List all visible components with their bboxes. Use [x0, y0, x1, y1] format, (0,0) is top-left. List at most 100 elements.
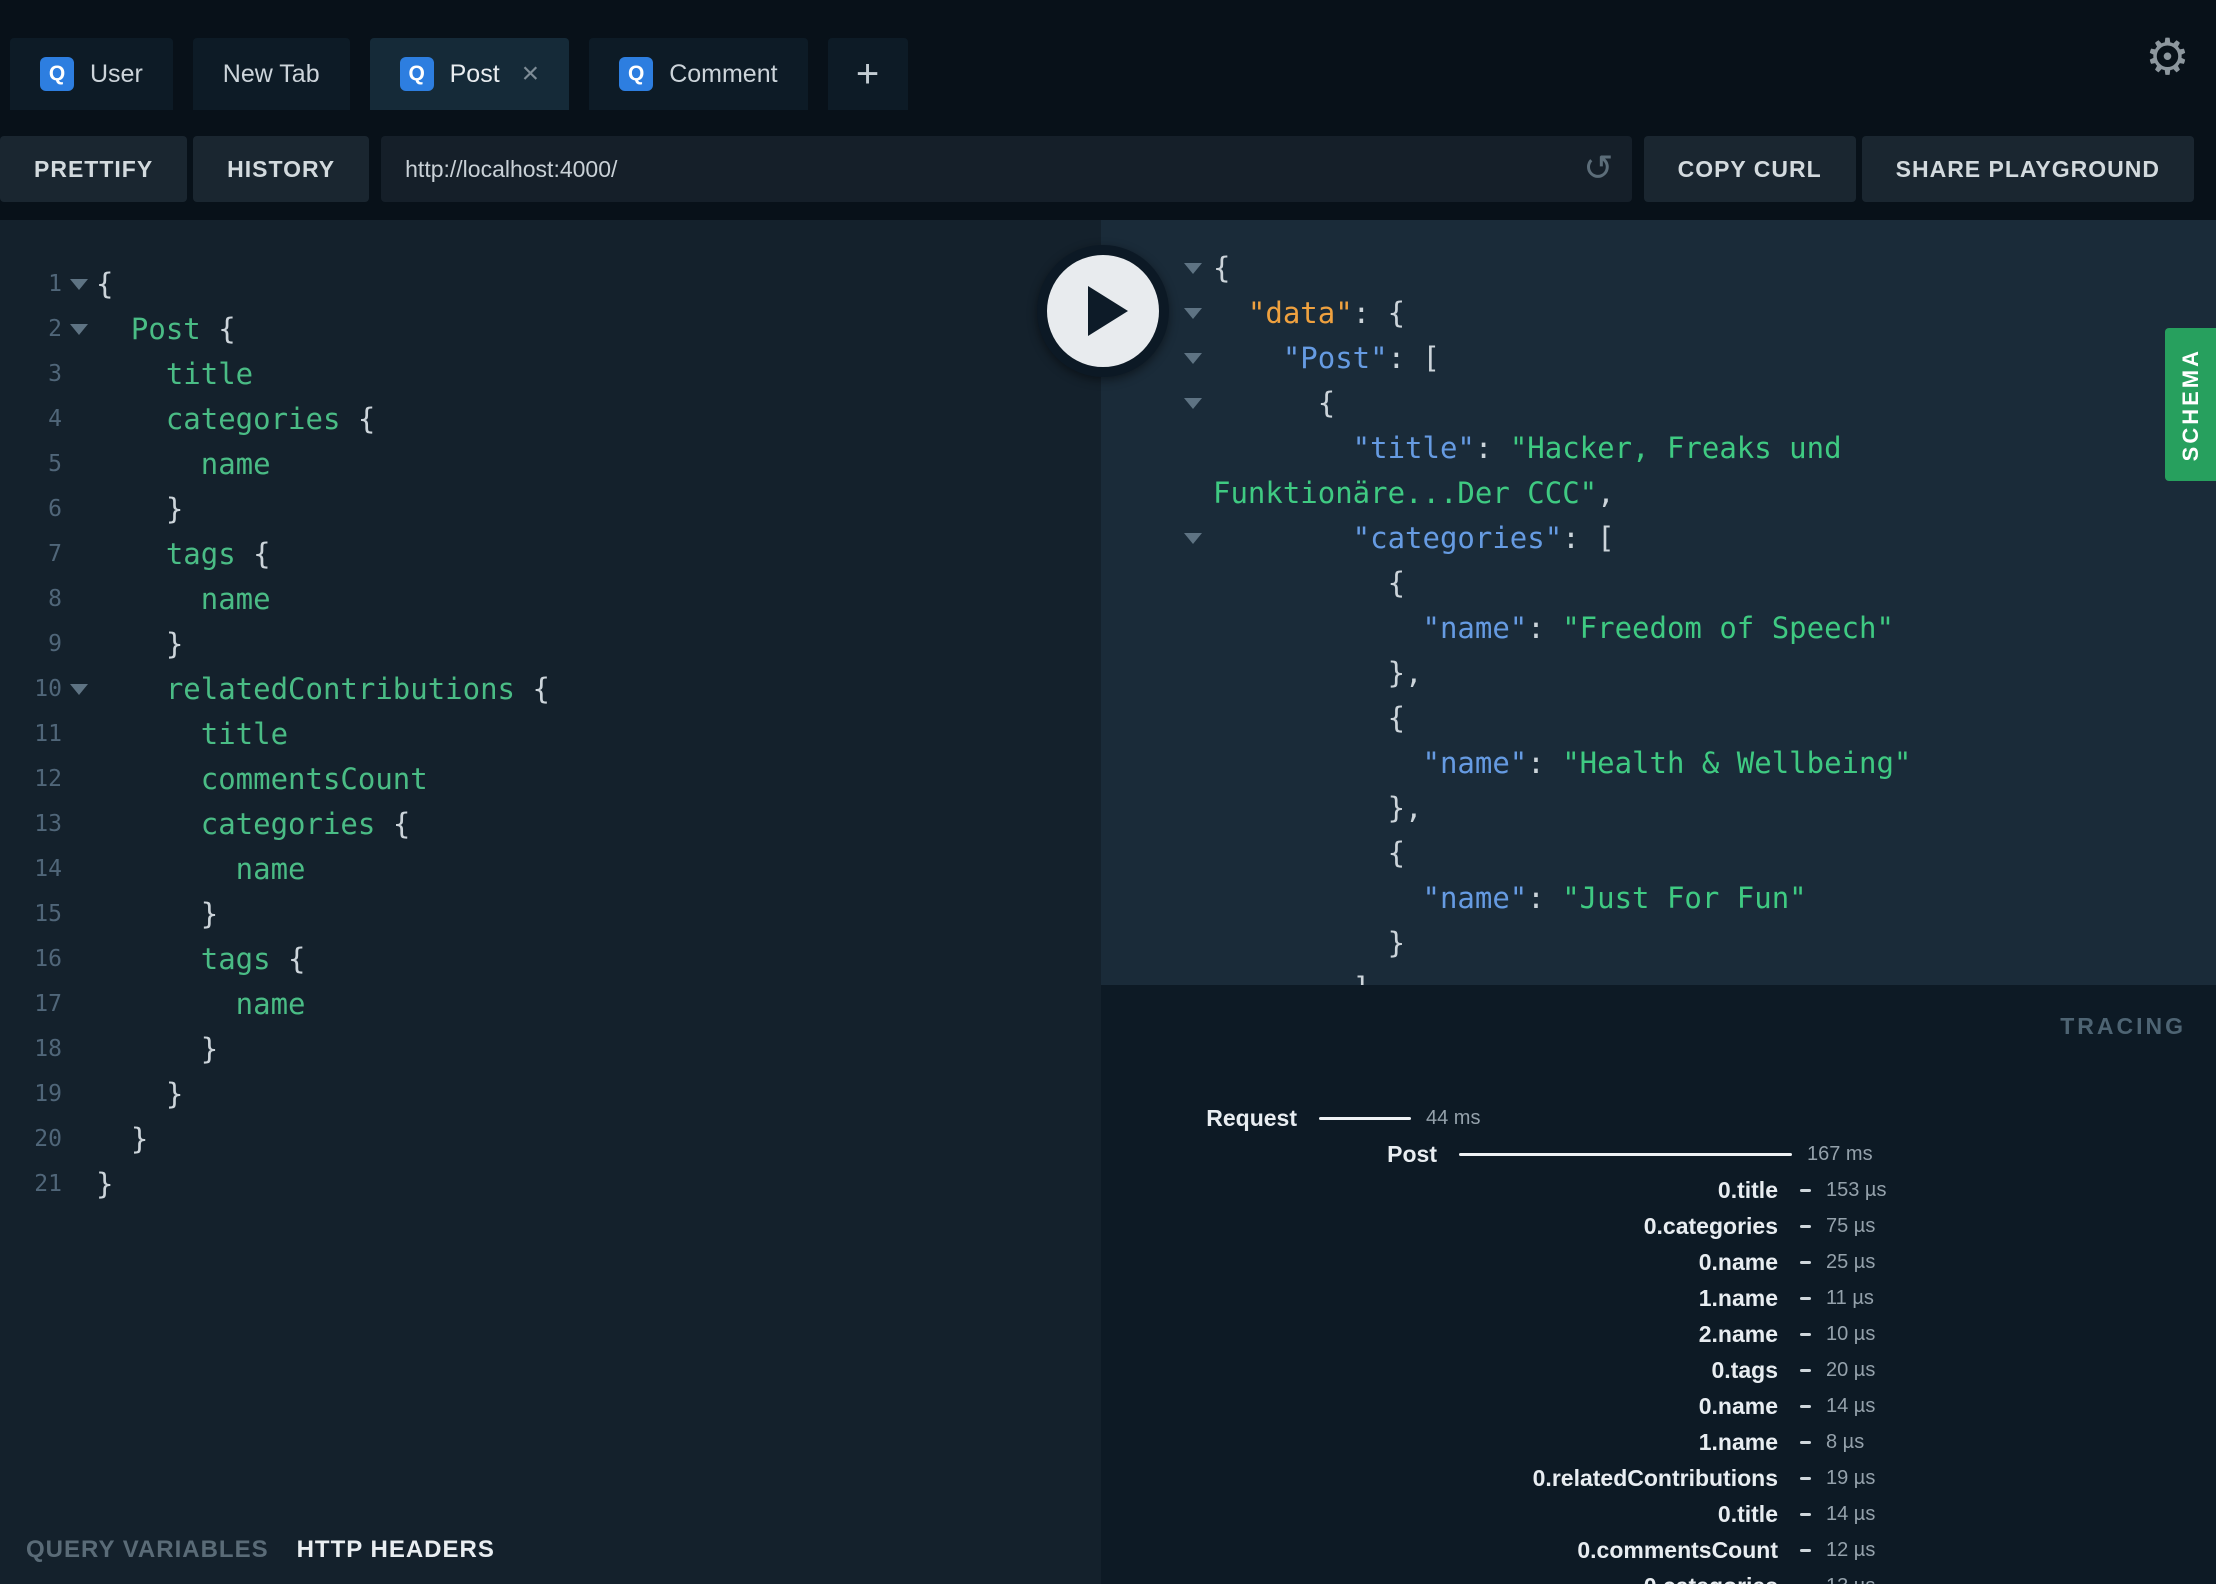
editor-line: 15} [0, 892, 1101, 937]
line-number: 8 [48, 586, 62, 612]
editor-line: 4 categories { [0, 397, 1101, 442]
trace-time: 20 µs [1826, 1358, 1876, 1381]
line-number: 4 [48, 406, 62, 432]
fold-toggle-icon[interactable] [1173, 291, 1213, 336]
editor-line: 10 relatedContributions { [0, 667, 1101, 712]
tab-label: User [90, 59, 143, 88]
tab-user[interactable]: Q User [10, 38, 173, 110]
trace-dash [1800, 1476, 1811, 1480]
endpoint-input[interactable] [403, 154, 1584, 184]
trace-row: 0.relatedContributions 19 µs [1101, 1460, 2216, 1496]
tab-new-tab[interactable]: New Tab [192, 38, 350, 110]
fold-gutter [62, 532, 96, 577]
fold-gutter [62, 1072, 96, 1117]
line-number: 21 [34, 1171, 62, 1197]
response-line: { [1101, 246, 2216, 291]
fold-gutter [1173, 651, 1213, 696]
trace-time: 13 µs [1826, 1575, 1875, 1584]
fold-toggle-icon[interactable] [1173, 336, 1213, 381]
tab-label: Comment [669, 59, 778, 88]
code-text: title [165, 357, 254, 391]
trace-dash [1800, 1224, 1811, 1228]
fold-gutter [62, 982, 96, 1027]
schema-button[interactable]: SCHEMA [2165, 328, 2216, 481]
query-editor[interactable]: 1{2 Post {3 title 4 categories {5 name 6} 7 tags… [0, 220, 1101, 1584]
line-number: 16 [34, 946, 62, 972]
trace-dash [1800, 1368, 1811, 1372]
response-lines: {"data": {"Post": [{"title": "Hacker, Fr… [1101, 246, 2216, 985]
code-text: Post { [130, 312, 236, 346]
response-line: }, [1101, 786, 2216, 831]
trace-label: 0.title [1717, 1500, 1778, 1527]
trace-row: 2.name 10 µs [1101, 1316, 2216, 1352]
trace-time: 11 µs [1826, 1286, 1874, 1309]
fold-toggle-icon[interactable] [1173, 381, 1213, 426]
tab-post[interactable]: Q Post × [369, 38, 570, 110]
add-tab-button[interactable]: + [827, 38, 908, 110]
editor-line: 2 Post { [0, 307, 1101, 352]
response-line: { [1101, 696, 2216, 741]
settings-gear-icon[interactable]: ⚙ [2145, 32, 2190, 82]
fold-gutter [62, 577, 96, 622]
prettify-button[interactable]: PRETTIFY [0, 136, 188, 202]
line-number: 2 [48, 316, 62, 342]
toolbar: PRETTIFY HISTORY ↺ COPY CURL SHARE PLAYG… [0, 136, 2194, 202]
fold-toggle-icon[interactable] [62, 262, 96, 307]
trace-time: 44 ms [1426, 1106, 1481, 1129]
line-number: 6 [48, 496, 62, 522]
response-line: "categories": [ [1101, 516, 2216, 561]
http-headers-toggle[interactable]: HTTP HEADERS [297, 1536, 495, 1564]
line-number: 3 [48, 361, 62, 387]
tracing-panel[interactable]: TRACING Request 44 ms Post 167 ms 0.title 153… [1101, 985, 2216, 1584]
fold-gutter [62, 352, 96, 397]
trace-label: 0.categories [1643, 1212, 1778, 1239]
editor-line: 8 name [0, 577, 1101, 622]
fold-toggle-icon[interactable] [1173, 516, 1213, 561]
trace-row: 0.commentsCount 12 µs [1101, 1532, 2216, 1568]
reload-icon[interactable]: ↺ [1583, 151, 1613, 187]
trace-label: 1.name [1698, 1284, 1778, 1311]
response-viewer[interactable]: {"data": {"Post": [{"title": "Hacker, Fr… [1101, 220, 2216, 985]
copy-curl-button[interactable]: COPY CURL [1643, 136, 1856, 202]
code-text: "name": "Health & Wellbeing" [1422, 746, 1912, 780]
trace-dash [1800, 1260, 1811, 1264]
trace-time: 75 µs [1826, 1214, 1876, 1237]
trace-row: 0.name 25 µs [1101, 1244, 2216, 1280]
fold-gutter [62, 1027, 96, 1072]
fold-toggle-icon[interactable] [62, 307, 96, 352]
schema-label: SCHEMA [2177, 347, 2203, 462]
fold-toggle-icon[interactable] [62, 667, 96, 712]
close-tab-icon[interactable]: × [522, 59, 540, 89]
tab-bar: Q User New Tab Q Post × Q Comment + [10, 38, 2096, 110]
line-number: 15 [34, 901, 62, 927]
code-text: } [96, 1167, 114, 1201]
code-text: "categories": [ [1352, 521, 1615, 555]
fold-gutter [1173, 606, 1213, 651]
code-text: "Post": [ [1282, 341, 1440, 375]
code-text: tags { [200, 942, 306, 976]
fold-gutter [1173, 741, 1213, 786]
fold-gutter [62, 757, 96, 802]
line-number: 20 [34, 1126, 62, 1152]
code-text: categories { [200, 807, 411, 841]
code-text: } [165, 627, 184, 661]
execute-play-button[interactable] [1037, 245, 1169, 377]
trace-time: 19 µs [1826, 1466, 1876, 1489]
plus-icon: + [855, 51, 880, 96]
tab-comment[interactable]: Q Comment [589, 38, 808, 110]
editor-line: 5 name [0, 442, 1101, 487]
trace-time: 14 µs [1826, 1502, 1876, 1525]
editor-line: 17 name [0, 982, 1101, 1027]
share-playground-button[interactable]: SHARE PLAYGROUND [1861, 136, 2194, 202]
code-text: "name": "Freedom of Speech" [1422, 611, 1894, 645]
trace-time: 153 µs [1826, 1178, 1887, 1201]
editor-line: 9} [0, 622, 1101, 667]
fold-toggle-icon[interactable] [1173, 246, 1213, 291]
fold-gutter [1173, 786, 1213, 831]
history-button[interactable]: HISTORY [193, 136, 370, 202]
response-line: "data": { [1101, 291, 2216, 336]
code-text: { [1387, 701, 1406, 735]
fold-gutter [62, 712, 96, 757]
code-text: name [200, 447, 271, 481]
query-variables-toggle[interactable]: QUERY VARIABLES [26, 1536, 269, 1564]
